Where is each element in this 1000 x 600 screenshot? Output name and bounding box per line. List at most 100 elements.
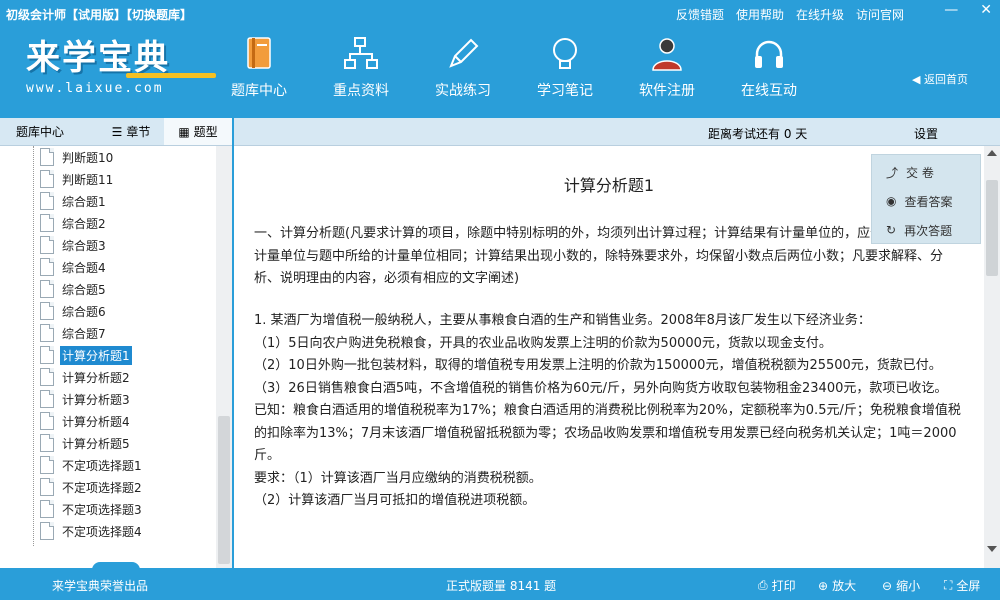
tree-item[interactable]: 计算分析题3 <box>40 388 132 410</box>
fullscreen-button[interactable]: ⛶ 全屏 <box>944 577 980 594</box>
tab-question-type[interactable]: ▦ 题型 <box>164 118 232 145</box>
tree-item[interactable]: 不定项选择题2 <box>40 476 144 498</box>
submit-button[interactable]: ⤴ 交 卷 <box>886 161 934 183</box>
zoom-in-label: 放大 <box>832 579 857 593</box>
tree-item-label: 综合题3 <box>62 238 106 253</box>
logo-main-text: 来学宝典 <box>26 38 170 78</box>
app-title[interactable]: 初级会计师【试用版】【切换题库】 <box>6 6 192 23</box>
tree-item-label: 计算分析题3 <box>62 392 130 407</box>
document-icon <box>40 368 54 386</box>
tree-item[interactable]: 综合题7 <box>40 322 108 344</box>
zoom-in-icon: ⊕ <box>818 578 829 593</box>
tree-item-label: 综合题2 <box>62 216 106 231</box>
tree-item[interactable]: 综合题6 <box>40 300 108 322</box>
redo-label: 再次答题 <box>904 223 953 238</box>
document-icon <box>40 214 54 232</box>
tree-item-label: 计算分析题4 <box>62 414 130 429</box>
content-scrollbar-thumb[interactable] <box>986 180 998 276</box>
back-arrow-icon: ◀ <box>912 73 924 86</box>
tree-item-label: 判断题11 <box>62 172 114 187</box>
tree-item-label: 综合题6 <box>62 304 106 319</box>
tab-chapter[interactable]: ☰ 章节 <box>98 118 164 145</box>
tree-item[interactable]: 判断题11 <box>40 168 115 190</box>
view-answer-button[interactable]: ◉ 查看答案 <box>886 190 953 212</box>
tree-item[interactable]: 不定项选择题3 <box>40 498 144 520</box>
website-link[interactable]: 访问官网 <box>856 6 904 23</box>
tree-item[interactable]: 判断题10 <box>40 146 115 168</box>
nav-register[interactable]: 软件注册 <box>622 34 712 100</box>
document-icon <box>40 478 54 496</box>
zoom-in-button[interactable]: ⊕ 放大 <box>818 577 856 594</box>
settings-button[interactable]: 设置 <box>914 125 938 142</box>
content-toolbar: 距离考试还有 0 天 设置 <box>234 118 1000 146</box>
nav-study-notes[interactable]: 学习笔记 <box>520 34 610 100</box>
tree-item-label: 计算分析题1 <box>60 345 132 365</box>
left-scrollbar-thumb[interactable] <box>218 416 230 564</box>
tree-item[interactable]: 计算分析题4 <box>40 410 132 432</box>
book-icon <box>247 37 271 69</box>
logo-accent-bar <box>126 73 216 78</box>
print-button[interactable]: ⎙ 打印 <box>758 577 796 594</box>
tree-item[interactable]: 计算分析题2 <box>40 366 132 388</box>
top-links: 反馈错题 使用帮助 在线升级 访问官网 <box>676 6 904 23</box>
tree-item-label: 不定项选择题4 <box>62 524 142 539</box>
content-scrollbar[interactable] <box>984 146 1000 568</box>
tree-item[interactable]: 综合题2 <box>40 212 108 234</box>
redo-button[interactable]: ↻ 再次答题 <box>886 219 952 241</box>
tree-item-label: 不定项选择题1 <box>62 458 142 473</box>
nav-key-materials[interactable]: 重点资料 <box>316 34 406 100</box>
tree-connector-line <box>33 146 34 546</box>
nav-online-interaction[interactable]: 在线互动 <box>724 34 814 100</box>
fullscreen-label: 全屏 <box>956 579 981 593</box>
question-line: 1. 某酒厂为增值税一般纳税人，主要从事粮食白酒的生产和销售业务。2008年8月… <box>254 313 871 328</box>
document-icon <box>40 148 54 166</box>
printer-icon: ⎙ <box>758 578 768 592</box>
back-home-button[interactable]: ◀ 返回首页 <box>912 71 968 87</box>
zoom-out-label: 缩小 <box>896 579 921 593</box>
submit-arrow-icon: ⤴ <box>886 165 899 180</box>
close-button[interactable]: ✕ <box>980 2 992 18</box>
left-scrollbar[interactable] <box>216 146 232 568</box>
minimize-button[interactable]: — <box>944 2 958 18</box>
tree-item[interactable]: 计算分析题5 <box>40 432 132 454</box>
tree-item[interactable]: 不定项选择题1 <box>40 454 144 476</box>
nav-label: 软件注册 <box>639 83 695 99</box>
pencil-icon <box>449 38 479 68</box>
tree-item[interactable]: 不定项选择题4 <box>40 520 144 542</box>
zoom-out-button[interactable]: ⊖ 缩小 <box>882 577 920 594</box>
tree-item[interactable]: 综合题5 <box>40 278 108 300</box>
zoom-out-icon: ⊖ <box>882 578 893 593</box>
help-link[interactable]: 使用帮助 <box>736 6 784 23</box>
question-line: 已知：粮食白酒适用的增值税税率为17%；粮食白酒适用的消费税比例税率为20%，定… <box>254 403 961 463</box>
upgrade-link[interactable]: 在线升级 <box>796 6 844 23</box>
question-line: （2）10日外购一批包装材料，取得的增值税专用发票上注明的价款为150000元，… <box>254 358 942 373</box>
scroll-down-arrow-icon[interactable] <box>987 546 997 552</box>
tree-item[interactable]: 综合题4 <box>40 256 108 278</box>
print-label: 打印 <box>771 579 796 593</box>
document-icon <box>40 236 54 254</box>
tree-item[interactable]: 计算分析题1 <box>40 344 132 366</box>
tree-item-label: 不定项选择题2 <box>62 480 142 495</box>
document-icon <box>40 192 54 210</box>
list-icon: ☰ <box>111 124 123 139</box>
nav-label: 学习笔记 <box>537 83 593 99</box>
document-icon <box>40 434 54 452</box>
fullscreen-icon: ⛶ <box>944 578 953 592</box>
header: 初级会计师【试用版】【切换题库】 反馈错题 使用帮助 在线升级 访问官网 — ✕… <box>0 0 1000 118</box>
refresh-icon: ↻ <box>886 223 897 237</box>
headphones-icon <box>755 40 783 68</box>
document-icon <box>40 302 54 320</box>
document-icon <box>40 500 54 518</box>
scroll-up-arrow-icon[interactable] <box>987 150 997 156</box>
nav-practice[interactable]: 实战练习 <box>418 34 508 100</box>
document-icon <box>40 280 54 298</box>
nav-question-bank[interactable]: 题库中心 <box>214 34 304 100</box>
tree-item-label: 计算分析题2 <box>62 370 130 385</box>
tree-item[interactable]: 综合题1 <box>40 190 108 212</box>
feedback-link[interactable]: 反馈错题 <box>676 6 724 23</box>
tab-label: 题库中心 <box>16 125 65 139</box>
nav-label: 重点资料 <box>333 83 389 99</box>
question-line: 要求：（1）计算该酒厂当月应缴纳的消费税税额。 <box>254 470 542 486</box>
tree-item[interactable]: 综合题3 <box>40 234 108 256</box>
tab-question-bank[interactable]: 题库中心 <box>0 118 98 145</box>
